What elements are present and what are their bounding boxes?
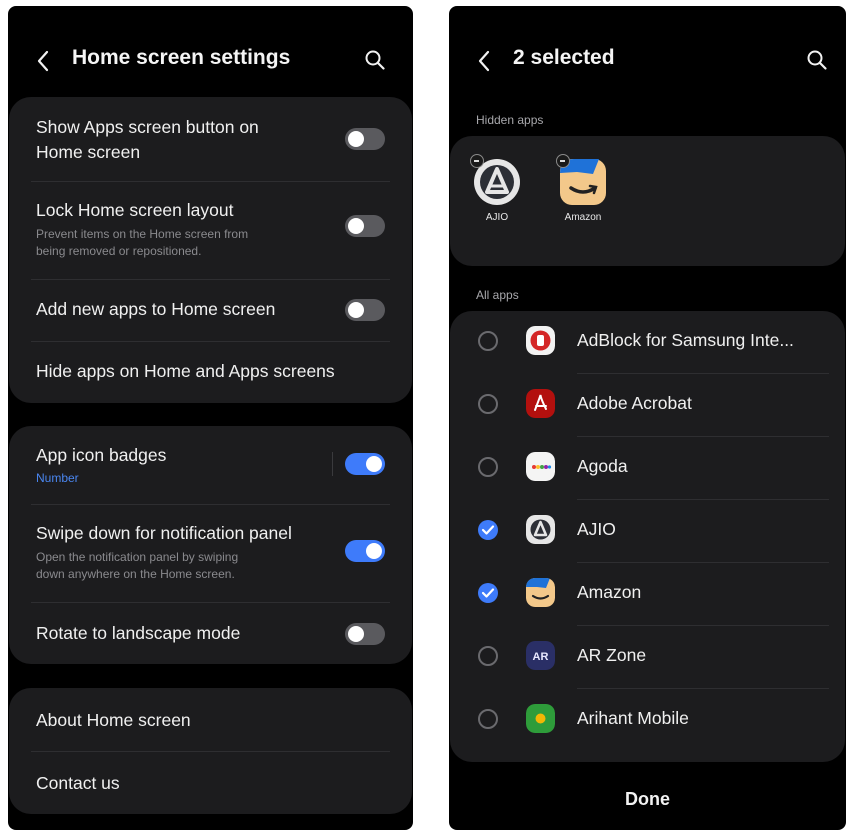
setting-hide-apps[interactable]: Hide apps on Home and Apps screens	[9, 342, 412, 402]
swipe-down-toggle[interactable]	[345, 540, 385, 562]
checked-radio-icon[interactable]	[478, 520, 498, 540]
setting-swipe-down[interactable]: Swipe down for notification panel Open t…	[9, 505, 412, 603]
search-icon[interactable]	[364, 49, 386, 71]
app-row-adobe-acrobat[interactable]: Adobe Acrobat	[450, 374, 845, 437]
svg-text:AR: AR	[533, 651, 549, 663]
setting-description: down anywhere on the Home screen.	[36, 567, 235, 581]
setting-label: Rotate to landscape mode	[36, 623, 241, 643]
app-row-ar-zone[interactable]: AR AR Zone	[450, 626, 845, 689]
all-apps-label: All apps	[476, 288, 519, 302]
setting-label: App icon badges	[36, 445, 167, 465]
app-name: Agoda	[577, 456, 628, 476]
app-name: Amazon	[577, 582, 642, 602]
setting-lock-layout[interactable]: Lock Home screen layout Prevent items on…	[9, 182, 412, 270]
hidden-app-ajio[interactable]: AJIO	[465, 154, 529, 223]
setting-rotate-landscape[interactable]: Rotate to landscape mode	[9, 603, 412, 663]
app-row-arihant-mobile[interactable]: Arihant Mobile	[450, 689, 845, 752]
ajio-icon	[526, 515, 555, 544]
select-radio[interactable]	[478, 457, 498, 477]
page-title: Home screen settings	[72, 46, 291, 69]
app-name: AR Zone	[577, 645, 647, 665]
about-home-screen-item[interactable]: About Home screen	[9, 688, 412, 751]
settings-group-home: Show Apps screen button on Home screen L…	[9, 97, 412, 403]
hidden-app-amazon[interactable]: Amazon	[551, 154, 615, 223]
setting-label: Add new apps to Home screen	[36, 299, 276, 319]
remove-badge-icon[interactable]	[470, 154, 484, 168]
arihant-icon	[526, 704, 555, 733]
settings-group-about: About Home screen Contact us	[9, 688, 412, 814]
setting-show-apps-button[interactable]: Show Apps screen button on Home screen	[9, 97, 412, 181]
divider	[332, 452, 333, 476]
top-bar: 2 selected	[449, 42, 846, 82]
contact-us-item[interactable]: Contact us	[9, 752, 412, 814]
chevron-left-icon[interactable]	[36, 50, 50, 72]
selection-count-title: 2 selected	[513, 46, 615, 69]
hide-apps-screen: 2 selected Hidden apps AJIO Amazon All a…	[449, 6, 846, 830]
app-name: Arihant Mobile	[577, 708, 689, 728]
setting-label: Show Apps screen button on	[36, 117, 259, 137]
adblock-icon	[526, 326, 555, 355]
setting-value: Number	[36, 471, 79, 485]
rotate-landscape-toggle[interactable]	[345, 623, 385, 645]
hidden-app-name: AJIO	[485, 212, 509, 223]
app-name: AdBlock for Samsung Inte...	[577, 330, 794, 350]
select-radio[interactable]	[478, 709, 498, 729]
select-radio[interactable]	[478, 646, 498, 666]
app-row-agoda[interactable]: Agoda	[450, 437, 845, 500]
hidden-app-name: Amazon	[564, 212, 602, 223]
app-icon-badges-toggle[interactable]	[345, 453, 385, 475]
app-name: Adobe Acrobat	[577, 393, 692, 413]
all-apps-list: AdBlock for Samsung Inte... Adobe Acroba…	[450, 311, 845, 762]
app-row-ajio[interactable]: AJIO	[450, 500, 845, 563]
agoda-icon	[526, 452, 555, 481]
app-row-adblock[interactable]: AdBlock for Samsung Inte...	[450, 311, 845, 374]
lock-layout-toggle[interactable]	[345, 215, 385, 237]
hidden-apps-panel: AJIO Amazon	[450, 136, 845, 266]
settings-group-badges: App icon badges Number Swipe down for no…	[9, 426, 412, 664]
setting-description: being removed or repositioned.	[36, 244, 202, 258]
done-button[interactable]: Done	[449, 789, 846, 810]
app-name: AJIO	[577, 519, 616, 539]
hidden-apps-label: Hidden apps	[476, 113, 544, 127]
setting-label: Contact us	[36, 773, 120, 793]
setting-label: Hide apps on Home and Apps screens	[36, 361, 335, 381]
search-icon[interactable]	[806, 49, 828, 71]
setting-label: Swipe down for notification panel	[36, 523, 292, 543]
home-screen-settings-screen: Home screen settings Show Apps screen bu…	[8, 6, 413, 830]
amazon-icon	[526, 578, 555, 607]
select-radio[interactable]	[478, 331, 498, 351]
show-apps-button-toggle[interactable]	[345, 128, 385, 150]
setting-app-icon-badges[interactable]: App icon badges Number	[9, 426, 412, 504]
checked-radio-icon[interactable]	[478, 583, 498, 603]
chevron-left-icon[interactable]	[477, 50, 491, 72]
setting-description: Prevent items on the Home screen from	[36, 227, 249, 241]
add-new-apps-toggle[interactable]	[345, 299, 385, 321]
ar-zone-icon: AR	[526, 641, 555, 670]
setting-description: Open the notification panel by swiping	[36, 550, 239, 564]
select-radio[interactable]	[478, 394, 498, 414]
acrobat-icon	[526, 389, 555, 418]
top-bar: Home screen settings	[8, 42, 413, 82]
setting-add-new-apps[interactable]: Add new apps to Home screen	[9, 280, 412, 340]
setting-label: Lock Home screen layout	[36, 200, 234, 220]
app-row-amazon[interactable]: Amazon	[450, 563, 845, 626]
setting-label: About Home screen	[36, 710, 191, 730]
remove-badge-icon[interactable]	[556, 154, 570, 168]
setting-label: Home screen	[36, 142, 141, 162]
